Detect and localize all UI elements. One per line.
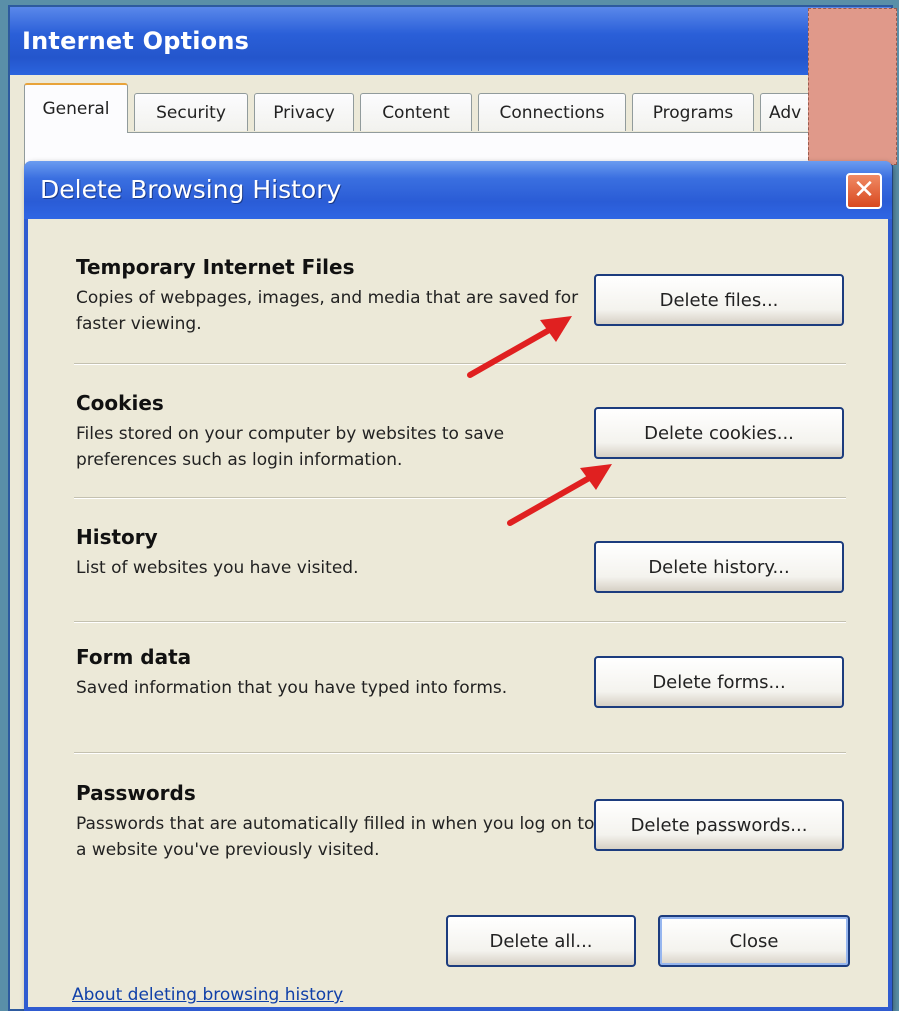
section-title: Temporary Internet Files <box>76 255 355 279</box>
red-arrow-icon <box>507 464 612 526</box>
separator <box>74 752 846 754</box>
section-passwords: Passwords Passwords that are automatical… <box>76 781 596 863</box>
delete-history-button[interactable]: Delete history... <box>594 541 844 593</box>
section-form-data: Form data Saved information that you hav… <box>76 645 596 701</box>
section-title: Cookies <box>76 391 164 415</box>
tab-general[interactable]: General <box>24 83 128 133</box>
separator <box>74 497 846 499</box>
red-arrow-icon <box>467 316 572 378</box>
section-description: Passwords that are automatically filled … <box>76 814 595 860</box>
section-title: Passwords <box>76 781 196 805</box>
tab-connections[interactable]: Connections <box>478 93 626 131</box>
separator <box>74 621 846 623</box>
delete-files-button[interactable]: Delete files... <box>594 274 844 326</box>
section-description: Saved information that you have typed in… <box>76 678 508 698</box>
close-button[interactable]: Close <box>658 915 850 967</box>
close-icon[interactable]: ✕ <box>846 173 882 209</box>
delete-forms-button[interactable]: Delete forms... <box>594 656 844 708</box>
window-title: Internet Options <box>22 27 250 55</box>
redaction-box <box>808 8 897 165</box>
section-title: Form data <box>76 645 192 669</box>
tab-privacy[interactable]: Privacy <box>254 93 354 131</box>
section-description: List of websites you have visited. <box>76 558 359 578</box>
delete-browsing-history-dialog: Delete Browsing History ✕ Temporary Inte… <box>24 161 892 1011</box>
tab-content[interactable]: Content <box>360 93 472 131</box>
dialog-title: Delete Browsing History <box>40 175 342 204</box>
delete-all-button[interactable]: Delete all... <box>446 915 636 967</box>
title-bar[interactable]: Internet Options <box>10 7 891 75</box>
about-deleting-history-link[interactable]: About deleting browsing history <box>72 985 343 1005</box>
delete-passwords-button[interactable]: Delete passwords... <box>594 799 844 851</box>
tab-security[interactable]: Security <box>134 93 248 131</box>
tab-programs[interactable]: Programs <box>632 93 754 131</box>
dialog-title-bar[interactable]: Delete Browsing History ✕ <box>24 161 892 219</box>
dialog-body: Temporary Internet Files Copies of webpa… <box>28 219 888 1007</box>
delete-cookies-button[interactable]: Delete cookies... <box>594 407 844 459</box>
